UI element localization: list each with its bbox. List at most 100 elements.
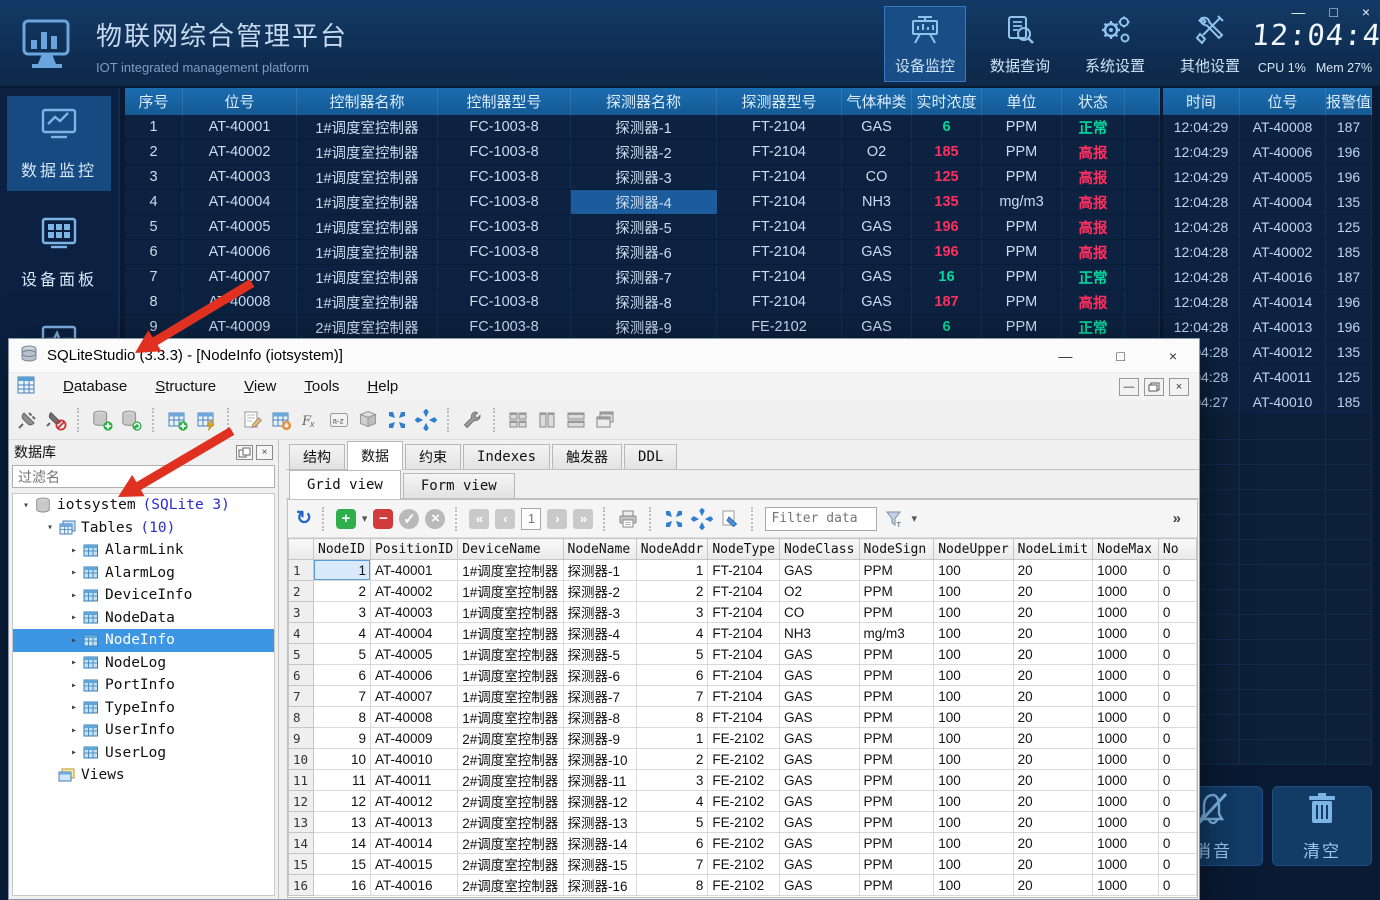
functions-icon[interactable]: Fx [298, 408, 322, 432]
alarm-row[interactable]: 12:04:28AT-40013196 [1163, 315, 1372, 340]
grid-cell[interactable]: FT-2104 [708, 602, 780, 623]
add-row-dropdown-icon[interactable]: ▾ [362, 512, 368, 525]
grid-cell[interactable]: 2#调度室控制器 [458, 833, 563, 854]
grid-cell[interactable]: 2 [636, 749, 708, 770]
grid-cell[interactable]: AT-40011 [370, 770, 457, 791]
restore-windows-icon[interactable] [385, 408, 409, 432]
first-row-icon[interactable]: « [469, 509, 489, 529]
grid-cell[interactable]: 5 [636, 644, 708, 665]
expand-arrow-icon[interactable]: ▾ [19, 500, 33, 511]
grid-cell[interactable]: 100 [934, 833, 1013, 854]
mdi-minimize-icon[interactable]: — [1119, 378, 1139, 396]
grid-cell[interactable]: 1000 [1093, 665, 1159, 686]
grid-cell[interactable]: 探测器-1 [563, 560, 636, 581]
grid-cell[interactable]: 0 [1158, 728, 1196, 749]
grid-cell[interactable]: 1000 [1093, 833, 1159, 854]
grid-cell[interactable]: 1#调度室控制器 [458, 581, 563, 602]
grid-column-no[interactable]: No [1158, 539, 1196, 560]
menu-help[interactable]: Help [367, 378, 398, 395]
grid-cell[interactable]: 探测器-4 [563, 623, 636, 644]
grid-cell[interactable]: FE-2102 [708, 791, 780, 812]
grid-cell[interactable]: 1#调度室控制器 [458, 623, 563, 644]
rollback-icon[interactable]: × [425, 509, 445, 529]
tab-结构[interactable]: 结构 [289, 444, 345, 469]
grid-cell[interactable]: 0 [1158, 854, 1196, 875]
grid-cell[interactable]: 8 [636, 707, 708, 728]
grid-cell[interactable]: GAS [779, 875, 859, 896]
grid-cell[interactable]: 1000 [1093, 791, 1159, 812]
row-number[interactable]: 16 [289, 875, 314, 896]
table-row[interactable]: 6AT-400061#调度室控制器FC-1003-8探测器-6FT-2104GA… [125, 240, 1160, 265]
row-number[interactable]: 12 [289, 791, 314, 812]
mdi-restore-icon[interactable] [1144, 378, 1164, 396]
grid-cell[interactable]: PPM [859, 644, 934, 665]
alarm-row[interactable]: 12:04:29AT-40006196 [1163, 140, 1372, 165]
expand-arrow-icon[interactable]: ▸ [67, 725, 81, 736]
grid-cell[interactable]: 3 [636, 770, 708, 791]
grid-cell[interactable]: CO [779, 602, 859, 623]
row-number[interactable]: 4 [289, 623, 314, 644]
grid-cell[interactable]: 20 [1013, 749, 1092, 770]
grid-cell[interactable]: AT-40005 [370, 644, 457, 665]
grid-cell[interactable]: 0 [1158, 686, 1196, 707]
grid-cell[interactable]: PPM [859, 665, 934, 686]
grid-cell[interactable]: AT-40016 [370, 875, 457, 896]
grid-cell[interactable]: 1#调度室控制器 [458, 644, 563, 665]
alarm-row[interactable]: 12:04:28AT-40014196 [1163, 290, 1372, 315]
grid-cell[interactable]: 0 [1158, 833, 1196, 854]
expand-arrow-icon[interactable]: ▸ [67, 567, 81, 578]
grid-cell[interactable]: FE-2102 [708, 770, 780, 791]
expand-arrow-icon[interactable]: ▸ [67, 680, 81, 691]
mdi-grid-icon[interactable] [506, 408, 530, 432]
mdi-close-icon[interactable]: × [1169, 378, 1189, 396]
grid-cell[interactable]: 20 [1013, 686, 1092, 707]
row-number[interactable]: 10 [289, 749, 314, 770]
expand-arrow-icon[interactable]: ▸ [67, 657, 81, 668]
grid-cell[interactable]: 0 [1158, 644, 1196, 665]
grid-cell[interactable]: 7 [314, 686, 371, 707]
table-row[interactable]: 9AT-400092#调度室控制器FC-1003-8探测器-9FE-2102GA… [125, 315, 1160, 340]
menu-structure[interactable]: Structure [155, 378, 216, 395]
grid-cell[interactable]: GAS [779, 854, 859, 875]
grid-cell[interactable]: GAS [779, 686, 859, 707]
nav-button-system-settings[interactable]: 系统设置 [1074, 6, 1156, 82]
grid-cell[interactable]: 20 [1013, 791, 1092, 812]
grid-cell[interactable]: FE-2102 [708, 875, 780, 896]
row-number[interactable]: 9 [289, 728, 314, 749]
grid-cell[interactable]: 100 [934, 602, 1013, 623]
grid-cell[interactable]: 探测器-14 [563, 833, 636, 854]
grid-cell[interactable]: 3 [636, 602, 708, 623]
grid-cell[interactable]: 探测器-8 [563, 707, 636, 728]
grid-cell[interactable]: 2#调度室控制器 [458, 854, 563, 875]
last-row-icon[interactable]: » [573, 509, 593, 529]
grid-cell[interactable]: O2 [779, 581, 859, 602]
alarm-row[interactable]: 12:04:28AT-40003125 [1163, 215, 1372, 240]
row-number[interactable]: 11 [289, 770, 314, 791]
grid-cell[interactable]: 13 [314, 812, 371, 833]
tab-Indexes[interactable]: Indexes [463, 444, 550, 469]
tree-filter-input[interactable] [12, 465, 275, 488]
tree-node-table-alarmlog[interactable]: ▸AlarmLog [13, 562, 274, 585]
grid-cell[interactable]: 探测器-2 [563, 581, 636, 602]
overflow-icon[interactable]: » [1173, 510, 1181, 527]
grid-cell[interactable]: 探测器-13 [563, 812, 636, 833]
grid-cell[interactable]: 20 [1013, 875, 1092, 896]
edit-database-icon[interactable] [119, 408, 143, 432]
alarm-row[interactable]: 12:04:29AT-40005196 [1163, 165, 1372, 190]
extensions-icon[interactable] [356, 408, 380, 432]
tree-node-views[interactable]: Views [13, 764, 274, 787]
grid-cell[interactable]: 1000 [1093, 770, 1159, 791]
arrange-windows-icon[interactable] [414, 408, 438, 432]
grid-cell[interactable]: 1#调度室控制器 [458, 560, 563, 581]
grid-cell[interactable]: 20 [1013, 581, 1092, 602]
float-panel-icon[interactable] [236, 445, 253, 460]
grid-cell[interactable]: PPM [859, 875, 934, 896]
table-row[interactable]: 4AT-400041#调度室控制器FC-1003-8探测器-4FT-2104NH… [125, 190, 1160, 215]
clear-button[interactable]: 清空 [1272, 786, 1372, 866]
grid-cell[interactable]: PPM [859, 791, 934, 812]
row-number[interactable]: 2 [289, 581, 314, 602]
tree-node-table-userinfo[interactable]: ▸UserInfo [13, 719, 274, 742]
close-panel-icon[interactable]: × [256, 445, 273, 460]
tree-node-table-portinfo[interactable]: ▸PortInfo [13, 674, 274, 697]
tree-node-table-typeinfo[interactable]: ▸TypeInfo [13, 697, 274, 720]
